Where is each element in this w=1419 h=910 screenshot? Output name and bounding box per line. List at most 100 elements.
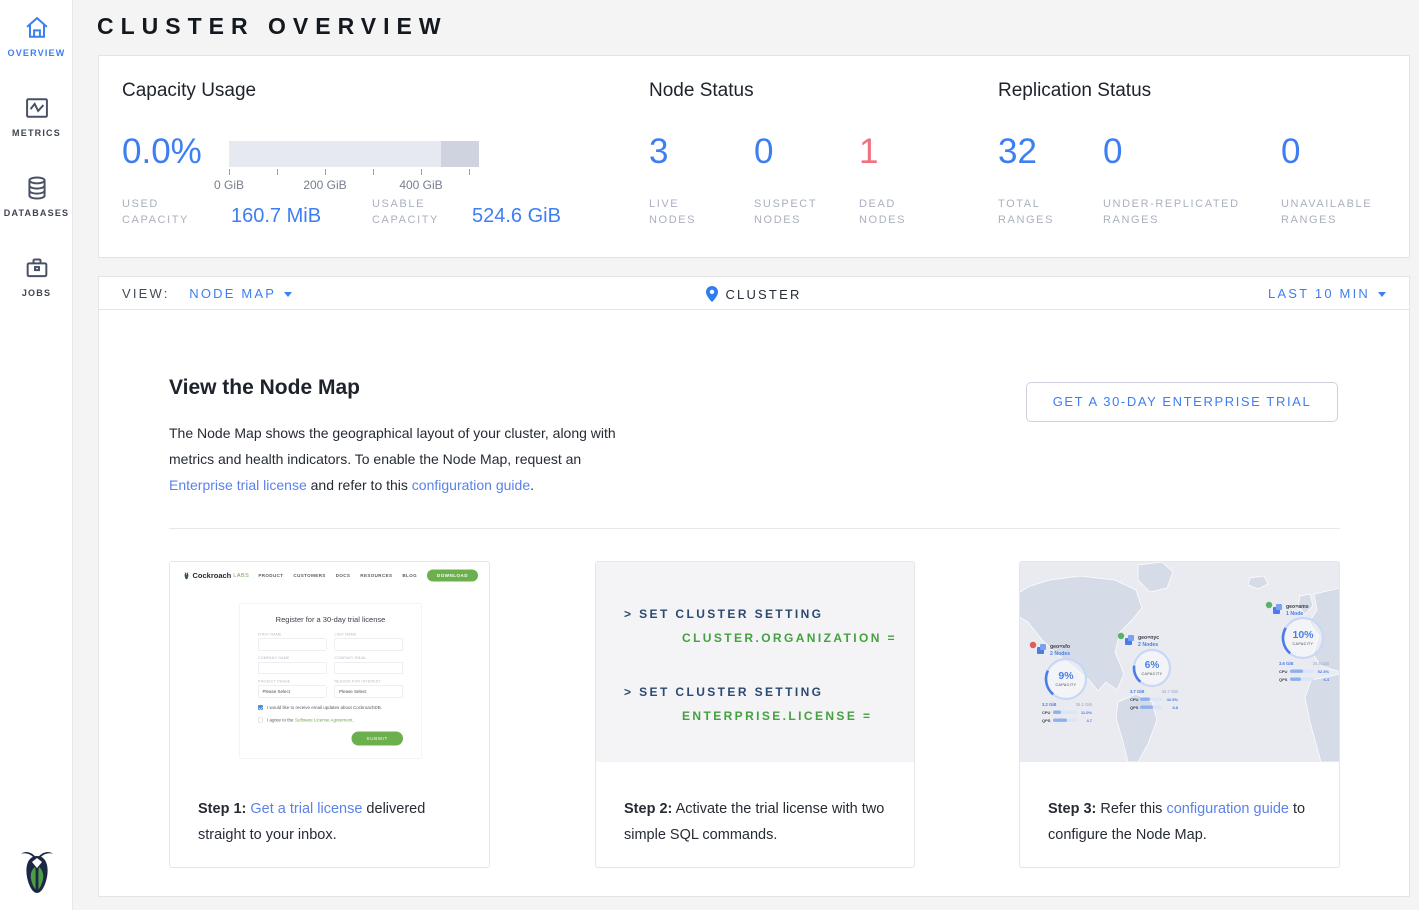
- sidebar-item-metrics[interactable]: METRICS: [0, 94, 73, 138]
- svg-text:6%: 6%: [1145, 660, 1160, 671]
- mini-field-label: LAST NAME: [335, 633, 404, 637]
- svg-text:34.6 GiB: 34.6 GiB: [1313, 661, 1330, 666]
- mini-field-label: PROJECT PHASE: [258, 680, 327, 684]
- under-replicated-ranges-label: UNDER-REPLICATED RANGES: [1103, 196, 1263, 228]
- mini-checkbox-label: I agree to the: [267, 718, 294, 723]
- capacity-bar: [229, 141, 479, 167]
- mini-site-header: Cockroach LABS PRODUCT CUSTOMERS DOCS RE…: [170, 562, 489, 589]
- mini-form-title: Register for a 30-day trial license: [258, 616, 403, 625]
- description-text: The Node Map shows the geographical layo…: [169, 425, 616, 467]
- map-pin-icon: [706, 286, 718, 302]
- enterprise-trial-button[interactable]: GET A 30-DAY ENTERPRISE TRIAL: [1026, 382, 1338, 422]
- sidebar-item-label: DATABASES: [0, 208, 73, 218]
- configuration-guide-link[interactable]: configuration guide: [412, 477, 530, 493]
- mini-logo-text: Cockroach: [193, 571, 232, 580]
- node-map-preview-image: geo=sfo 2 Nodes 9% CAPACITY 3.2 GiB 35.1…: [1020, 562, 1339, 762]
- mini-input: [258, 639, 327, 651]
- total-ranges-value: 32: [998, 132, 1037, 172]
- sql-setting-line: ENTERPRISE.LICENSE =: [682, 704, 914, 728]
- summary-panel: Capacity Usage 0.0% 0 GiB 200 GiB 400 Gi…: [98, 55, 1410, 258]
- mini-logo-suffix: LABS: [233, 573, 249, 579]
- mini-submit-button: SUBMIT: [351, 732, 403, 746]
- svg-text:2 Nodes: 2 Nodes: [1138, 642, 1158, 648]
- axis-tick-label: 200 GiB: [295, 178, 355, 192]
- mini-site-nav: PRODUCT CUSTOMERS DOCS RESOURCES BLOG DO…: [258, 570, 478, 582]
- sidebar-item-label: JOBS: [0, 288, 73, 298]
- svg-text:3.2 GiB: 3.2 GiB: [1042, 702, 1056, 707]
- get-trial-license-link[interactable]: Get a trial license: [250, 801, 362, 817]
- sql-setting-line: CLUSTER.ORGANIZATION =: [682, 626, 914, 650]
- sidebar-item-jobs[interactable]: JOBS: [0, 254, 73, 298]
- svg-text:42.5%: 42.5%: [1167, 697, 1179, 702]
- unavailable-ranges-value: 0: [1281, 132, 1300, 172]
- svg-text:CAPACITY: CAPACITY: [1293, 642, 1314, 646]
- axis-tick: [277, 169, 278, 175]
- axis-tick: [229, 169, 230, 175]
- usable-capacity-label: USABLE CAPACITY: [372, 196, 456, 228]
- axis-tick: [469, 169, 470, 175]
- dead-nodes-value: 1: [859, 132, 878, 172]
- svg-text:8.8: 8.8: [1172, 705, 1178, 710]
- description-text: .: [530, 477, 534, 493]
- metrics-icon: [23, 94, 51, 122]
- svg-text:QPS: QPS: [1279, 677, 1288, 682]
- sidebar: OVERVIEW METRICS DATABASES JOBS: [0, 0, 73, 910]
- page-title: CLUSTER OVERVIEW: [97, 13, 448, 40]
- mini-checkbox: [258, 718, 263, 723]
- mini-nav-item: CUSTOMERS: [293, 573, 325, 578]
- mini-select: Please Select: [258, 686, 327, 698]
- svg-text:CAPACITY: CAPACITY: [1142, 672, 1163, 676]
- node-map-panel: View the Node Map GET A 30-DAY ENTERPRIS…: [98, 310, 1410, 897]
- node-status-title: Node Status: [649, 80, 754, 102]
- caption-text: Refer this: [1096, 801, 1166, 817]
- svg-text:CPU: CPU: [1130, 697, 1139, 702]
- axis-tick: [421, 169, 422, 175]
- step-label: Step 1:: [198, 801, 246, 817]
- view-bar: VIEW: NODE MAP CLUSTER LAST 10 MIN: [98, 276, 1410, 310]
- sql-code-block: > SET CLUSTER SETTING CLUSTER.ORGANIZATI…: [596, 562, 914, 762]
- step-3-caption: Step 3: Refer this configuration guide t…: [1020, 762, 1339, 848]
- mini-checkbox-label: I would like to receive email updates ab…: [267, 705, 382, 710]
- databases-icon: [23, 174, 51, 202]
- live-nodes-label: LIVE NODES: [649, 196, 729, 228]
- node-map-description: The Node Map shows the geographical layo…: [169, 420, 627, 498]
- svg-text:52.3%: 52.3%: [1318, 669, 1330, 674]
- world-map-image: geo=sfo 2 Nodes 9% CAPACITY 3.2 GiB 35.1…: [1020, 562, 1339, 762]
- enterprise-trial-license-link[interactable]: Enterprise trial license: [169, 477, 307, 493]
- axis-tick: [373, 169, 374, 175]
- mini-nav-item: DOCS: [336, 573, 351, 578]
- cluster-breadcrumb-label: CLUSTER: [725, 287, 801, 302]
- used-capacity-label: USED CAPACITY: [122, 196, 206, 228]
- step-2-caption: Step 2: Activate the trial license with …: [596, 762, 914, 848]
- axis-tick-label: 400 GiB: [391, 178, 451, 192]
- trial-registration-screenshot: Cockroach LABS PRODUCT CUSTOMERS DOCS RE…: [170, 562, 489, 762]
- cockroachdb-logo: [0, 845, 73, 902]
- replication-status-title: Replication Status: [998, 80, 1151, 102]
- chevron-down-icon: [1378, 292, 1386, 297]
- svg-text:geo=sfo: geo=sfo: [1050, 644, 1070, 650]
- used-capacity-value: 160.7 MiB: [231, 205, 321, 228]
- mini-field-label: COMPANY NAME: [258, 657, 327, 661]
- step-1-card: Cockroach LABS PRODUCT CUSTOMERS DOCS RE…: [169, 561, 490, 868]
- svg-text:QPS: QPS: [1042, 718, 1051, 723]
- svg-text:3.7 GiB: 3.7 GiB: [1130, 689, 1144, 694]
- mini-field-label: REASON FOR INTEREST: [335, 680, 404, 684]
- mini-input: [335, 662, 404, 674]
- sidebar-item-overview[interactable]: OVERVIEW: [0, 14, 73, 58]
- jobs-icon: [23, 254, 51, 282]
- mini-nav-item: RESOURCES: [360, 573, 392, 578]
- svg-text:CPU: CPU: [1042, 710, 1051, 715]
- cluster-breadcrumb: CLUSTER: [99, 286, 1409, 302]
- step-2-card: > SET CLUSTER SETTING CLUSTER.ORGANIZATI…: [595, 561, 915, 868]
- description-text: and refer to this: [307, 477, 412, 493]
- sidebar-item-databases[interactable]: DATABASES: [0, 174, 73, 218]
- svg-text:3.6 GiB: 3.6 GiB: [1279, 661, 1293, 666]
- usable-capacity-value: 524.6 GiB: [472, 205, 561, 228]
- svg-text:4.7: 4.7: [1086, 718, 1092, 723]
- mini-input: [258, 662, 327, 674]
- configuration-guide-link[interactable]: configuration guide: [1166, 801, 1289, 817]
- mini-field-label: FIRST NAME: [258, 633, 327, 637]
- time-range-dropdown[interactable]: LAST 10 MIN: [1268, 286, 1386, 301]
- dead-nodes-label: DEAD NODES: [859, 196, 939, 228]
- page-background: [0, 897, 1419, 910]
